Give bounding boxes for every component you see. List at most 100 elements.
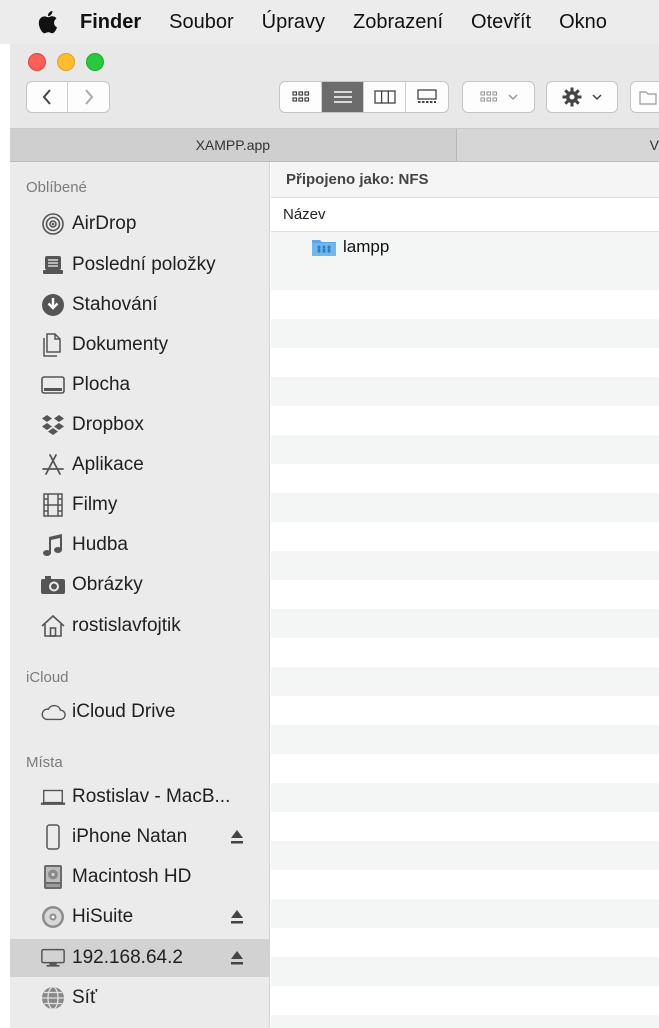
sidebar-item-label: Poslední položky [72, 254, 216, 275]
columns-icon [373, 90, 396, 104]
view-mode-control [279, 81, 449, 113]
sidebar-item-label: Macintosh HD [72, 866, 192, 887]
sidebar-section-icloud: iCloud [26, 669, 69, 686]
folder-outline-icon [639, 91, 657, 105]
column-view-button[interactable] [364, 82, 406, 112]
sidebar-item-label: Dokumenty [72, 334, 169, 355]
window-controls [28, 53, 104, 71]
sidebar-item-icloud-drive[interactable]: iCloud Drive [10, 693, 269, 731]
forward-button[interactable] [68, 82, 109, 112]
group-by-dropdown[interactable] [462, 81, 535, 113]
sidebar-item-documents[interactable]: Dokumenty [10, 326, 269, 364]
share-button[interactable] [630, 81, 659, 113]
network-globe-icon [40, 985, 66, 1011]
toolbar [10, 44, 659, 129]
menu-upravy[interactable]: Úpravy [262, 11, 325, 34]
column-header-name[interactable]: Název [271, 198, 659, 232]
desktop-icon [40, 372, 66, 398]
pictures-icon [40, 572, 66, 598]
disc-icon [40, 904, 66, 930]
list-lines-icon [333, 91, 352, 103]
icon-grid-icon [291, 91, 309, 102]
apple-menu-icon[interactable] [34, 9, 60, 35]
sidebar-item-dropbox[interactable]: Dropbox [10, 406, 269, 444]
chevron-down-icon [592, 94, 602, 101]
back-forward-buttons [26, 81, 110, 113]
sidebar-item-label: Stahování [72, 294, 158, 315]
music-icon [40, 532, 66, 558]
eject-icon[interactable] [229, 827, 245, 847]
menu-otevrit[interactable]: Otevřít [471, 11, 531, 34]
chevron-left-icon [42, 89, 51, 105]
sidebar-item-airdrop[interactable]: AirDrop [10, 205, 269, 243]
menu-zobrazeni[interactable]: Zobrazení [353, 11, 443, 34]
sidebar-item-label: Plocha [72, 374, 131, 395]
sidebar-item-recents[interactable]: Poslední položky [10, 246, 269, 284]
tab-xampp[interactable]: XAMPP.app [10, 129, 457, 161]
sidebar-item-music[interactable]: Hudba [10, 526, 269, 564]
gallery-view-button[interactable] [406, 82, 448, 112]
shared-folder-icon [312, 239, 336, 256]
menu-soubor[interactable]: Soubor [169, 11, 234, 34]
sidebar-item-pictures[interactable]: Obrázky [10, 566, 269, 604]
file-browser: Připojeno jako: NFS Název lampp [271, 162, 659, 1028]
network-display-icon [40, 945, 66, 971]
sidebar-item-label: AirDrop [72, 213, 137, 234]
sidebar-item-label: Aplikace [72, 454, 144, 475]
connection-status: Připojeno jako: NFS [271, 162, 659, 198]
movies-icon [40, 492, 66, 518]
eject-icon[interactable] [229, 907, 245, 927]
sidebar-item-hisuite[interactable]: HiSuite [10, 898, 269, 936]
close-window-button[interactable] [28, 53, 46, 71]
minimize-window-button[interactable] [57, 53, 75, 71]
group-grid-icon [479, 91, 497, 102]
back-button[interactable] [27, 82, 69, 112]
action-menu-button[interactable] [546, 81, 618, 113]
tab-bar: XAMPP.app V [10, 129, 659, 162]
file-list: lampp [271, 232, 659, 1028]
iphone-icon [40, 824, 66, 850]
hard-drive-icon [40, 864, 66, 890]
menu-okno[interactable]: Okno [559, 11, 607, 34]
sidebar-item-label: Filmy [72, 494, 118, 515]
sidebar-item-desktop[interactable]: Plocha [10, 366, 269, 404]
sidebar-item-label: Dropbox [72, 414, 144, 435]
sidebar-item-macbook[interactable]: Rostislav - MacB... [10, 778, 269, 816]
downloads-icon [40, 292, 66, 318]
finder-window: XAMPP.app V Oblíbené AirDrop Poslední po… [10, 44, 659, 1028]
sidebar: Oblíbené AirDrop Poslední položky Stahov… [10, 162, 270, 1028]
sidebar-item-iphone[interactable]: iPhone Natan [10, 818, 269, 856]
laptop-icon [40, 784, 66, 810]
gear-icon [562, 87, 582, 107]
sidebar-item-macintosh-hd[interactable]: Macintosh HD [10, 858, 269, 896]
home-icon [40, 613, 66, 639]
chevron-down-icon [507, 94, 518, 101]
tab-second[interactable]: V [457, 129, 659, 161]
file-row[interactable]: lampp [271, 232, 659, 261]
sidebar-item-home[interactable]: rostislavfojtik [10, 607, 269, 645]
menu-finder[interactable]: Finder [80, 11, 141, 34]
sidebar-item-label: iCloud Drive [72, 701, 176, 722]
sidebar-item-applications[interactable]: Aplikace [10, 446, 269, 484]
menu-bar: Finder Soubor Úpravy Zobrazení Otevřít O… [0, 0, 659, 44]
zoom-window-button[interactable] [86, 53, 104, 71]
list-view-button[interactable] [322, 82, 364, 112]
chevron-right-icon [84, 89, 93, 105]
gallery-icon [417, 89, 437, 103]
sidebar-item-label: Obrázky [72, 574, 143, 595]
recents-icon [40, 252, 66, 278]
sidebar-item-network[interactable]: Síť [10, 979, 269, 1017]
icloud-icon [40, 699, 66, 725]
icon-view-button[interactable] [280, 82, 322, 112]
sidebar-item-label: Rostislav - MacB... [72, 786, 231, 807]
sidebar-item-label: Hudba [72, 534, 128, 555]
sidebar-item-movies[interactable]: Filmy [10, 486, 269, 524]
dropbox-icon [40, 412, 66, 438]
sidebar-item-network-share[interactable]: 192.168.64.2 [10, 939, 269, 977]
airdrop-icon [40, 211, 66, 237]
applications-icon [40, 452, 66, 478]
eject-icon[interactable] [229, 948, 245, 968]
file-name: lampp [343, 236, 390, 256]
sidebar-item-downloads[interactable]: Stahování [10, 286, 269, 324]
sidebar-item-label: rostislavfojtik [72, 615, 181, 636]
